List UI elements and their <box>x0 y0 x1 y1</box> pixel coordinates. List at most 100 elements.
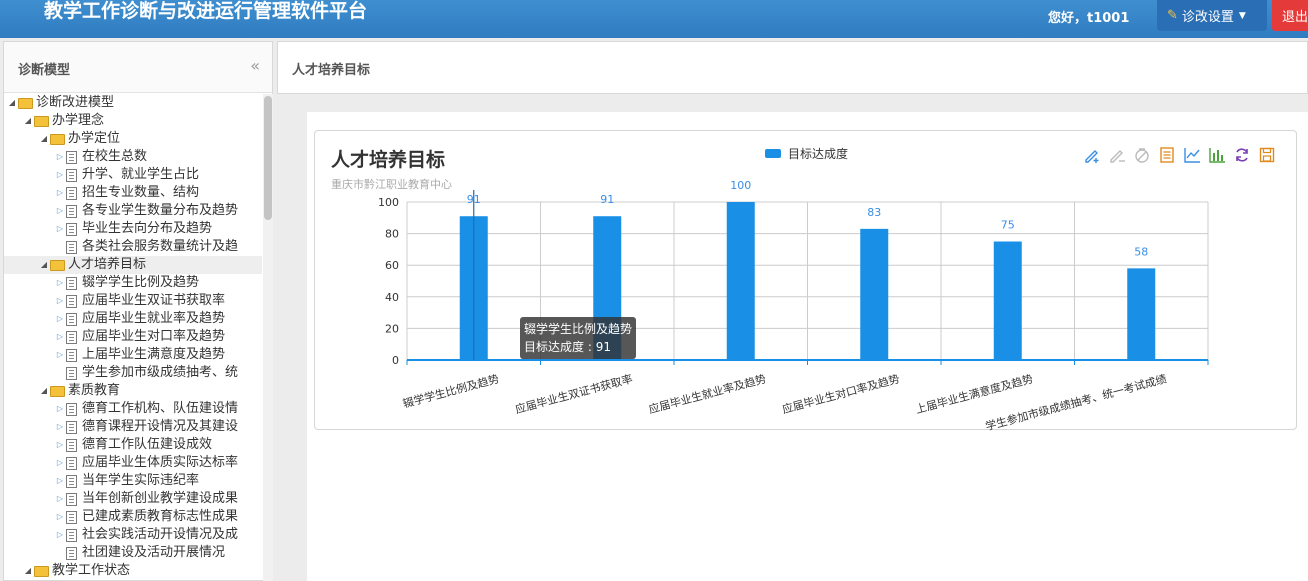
tree-folder-node[interactable]: ◢ 教学工作状态 <box>22 562 130 580</box>
tree-leaf-node[interactable]: ▷ 当年创新创业教学建设成果 <box>54 490 238 508</box>
tree-leaf-node[interactable]: ▷ 应届毕业生对口率及趋势 <box>54 328 225 346</box>
content-header: 人才培养目标 <box>277 41 1308 94</box>
expand-toggle-icon[interactable]: ◢ <box>22 112 34 130</box>
tree-node-label: 学生参加市级成绩抽考、统 <box>82 365 239 380</box>
pencil-add-icon[interactable] <box>1082 145 1102 165</box>
eraser-icon[interactable] <box>1107 145 1127 165</box>
tree-leaf-node[interactable]: ▷ 当年学生实际违纪率 <box>54 472 199 490</box>
tree-leaf-node[interactable]: ▷ 升学、就业学生占比 <box>54 166 199 184</box>
x-tick-label: 辍学学生比例及趋势 <box>401 371 500 410</box>
expand-arrow-icon[interactable]: ▷ <box>54 508 66 526</box>
y-tick-label: 100 <box>378 196 399 209</box>
document-icon <box>66 420 77 434</box>
expand-arrow-icon[interactable]: ▷ <box>54 166 66 184</box>
tree-leaf-node[interactable]: ▷ 应届毕业生体质实际达标率 <box>54 454 238 472</box>
bar-chart-icon[interactable] <box>1207 145 1227 165</box>
tree-leaf-node[interactable]: 社团建设及活动开展情况 <box>54 544 225 562</box>
document-icon <box>66 528 77 542</box>
folder-open-icon <box>50 259 65 271</box>
expand-arrow-icon[interactable]: ▷ <box>54 310 66 328</box>
bar[interactable] <box>860 228 889 360</box>
refresh-icon[interactable] <box>1232 145 1252 165</box>
tree-folder-node[interactable]: ◢ 办学定位 <box>38 130 120 148</box>
tooltip-separator: : <box>584 340 596 354</box>
user-greeting: 您好，t1001 <box>1048 11 1130 26</box>
double-chevron-left-icon[interactable]: « <box>250 56 260 75</box>
tree-node-label: 教学工作状态 <box>52 563 131 578</box>
bar[interactable] <box>1127 268 1156 360</box>
expand-arrow-icon[interactable]: ▷ <box>54 220 66 238</box>
pencil-icon: ✎ <box>1167 8 1178 23</box>
scrollbar-thumb[interactable] <box>264 96 272 220</box>
chart-title: 人才培养目标 <box>331 149 446 171</box>
save-image-icon[interactable] <box>1257 145 1277 165</box>
chart-toolbox <box>1082 145 1277 165</box>
sidebar-scrollbar[interactable] <box>263 94 273 581</box>
tree-folder-node[interactable]: ◢ 人才培养目标 <box>4 256 262 274</box>
tree-folder-node[interactable]: ◢ 素质教育 <box>38 382 120 400</box>
tree-leaf-node[interactable]: 学生参加市级成绩抽考、统 <box>54 364 238 382</box>
chart-legend[interactable]: 目标达成度 <box>765 145 848 162</box>
tree-leaf-node[interactable]: ▷ 德育工作队伍建设成效 <box>54 436 212 454</box>
settings-dropdown-button[interactable]: ✎ 诊改设置 ▼ <box>1157 0 1267 31</box>
document-icon <box>66 438 77 452</box>
expand-arrow-icon[interactable]: ▷ <box>54 184 66 202</box>
expand-toggle-icon[interactable]: ◢ <box>38 256 50 274</box>
expand-arrow-icon[interactable]: ▷ <box>54 346 66 364</box>
tree-folder-node[interactable]: ◢ 诊断改进模型 <box>6 94 114 112</box>
data-view-icon[interactable] <box>1157 145 1177 165</box>
folder-open-icon <box>18 97 33 109</box>
expand-arrow-icon[interactable]: ▷ <box>54 472 66 490</box>
tree-leaf-node[interactable]: ▷ 德育工作机构、队伍建设情 <box>54 400 238 418</box>
logout-button[interactable]: 退出 <box>1272 0 1308 31</box>
expand-arrow-icon[interactable]: ▷ <box>54 454 66 472</box>
document-icon <box>66 294 77 308</box>
document-icon <box>66 276 77 290</box>
tree-leaf-node[interactable]: ▷ 上届毕业生满意度及趋势 <box>54 346 225 364</box>
expand-arrow-icon[interactable]: ▷ <box>54 400 66 418</box>
tree-leaf-node[interactable]: ▷ 已建成素质教育标志性成果 <box>54 508 238 526</box>
bar[interactable] <box>993 241 1022 361</box>
expand-arrow-icon[interactable]: ▷ <box>54 526 66 544</box>
expand-toggle-icon[interactable]: ◢ <box>22 562 34 580</box>
tree-node-label: 各类社会服务数量统计及趋 <box>82 239 239 254</box>
x-tick-label: 应届毕业生就业率及趋势 <box>647 371 768 416</box>
tree-leaf-node[interactable]: ▷ 在校生总数 <box>54 148 147 166</box>
tree-leaf-node[interactable]: ▷ 应届毕业生双证书获取率 <box>54 292 225 310</box>
line-chart-icon[interactable] <box>1182 145 1202 165</box>
expand-arrow-icon[interactable]: ▷ <box>54 292 66 310</box>
expand-arrow-icon[interactable]: ▷ <box>54 490 66 508</box>
folder-open-icon <box>34 565 49 577</box>
tree-node-label: 上届毕业生满意度及趋势 <box>82 347 226 362</box>
document-icon <box>66 222 77 236</box>
document-icon <box>66 150 77 164</box>
caret-down-icon: ▼ <box>1238 10 1246 21</box>
tree-node-label: 社团建设及活动开展情况 <box>82 545 226 560</box>
bar-value-label: 83 <box>867 206 881 219</box>
expand-arrow-icon[interactable]: ▷ <box>54 418 66 436</box>
tree-leaf-node[interactable]: ▷ 应届毕业生就业率及趋势 <box>54 310 225 328</box>
expand-arrow-icon[interactable]: ▷ <box>54 202 66 220</box>
expand-toggle-icon[interactable]: ◢ <box>6 94 18 112</box>
clear-icon[interactable] <box>1132 145 1152 165</box>
chart-panel: 0 20 40 60 80 100 91 91 100 83 75 58 辍学学生比例及趋势 应届毕业生双… <box>314 130 1297 431</box>
expand-arrow-icon[interactable]: ▷ <box>54 274 66 292</box>
tree-node-label: 德育课程开设情况及其建设 <box>82 419 239 434</box>
expand-toggle-icon[interactable]: ◢ <box>38 382 50 400</box>
tree-leaf-node[interactable]: ▷ 辍学学生比例及趋势 <box>54 274 199 292</box>
bar[interactable] <box>726 202 755 360</box>
tree-node-label: 办学理念 <box>52 113 105 128</box>
tree-leaf-node[interactable]: ▷ 招生专业数量、结构 <box>54 184 199 202</box>
tree-leaf-node[interactable]: ▷ 社会实践活动开设情况及成 <box>54 526 238 544</box>
expand-arrow-icon[interactable]: ▷ <box>54 436 66 454</box>
tree-leaf-node[interactable]: ▷ 德育课程开设情况及其建设 <box>54 418 238 436</box>
tree-node-label: 升学、就业学生占比 <box>82 167 200 182</box>
document-icon <box>66 240 77 254</box>
tree-leaf-node[interactable]: ▷ 毕业生去向分布及趋势 <box>54 220 212 238</box>
expand-toggle-icon[interactable]: ◢ <box>38 130 50 148</box>
expand-arrow-icon[interactable]: ▷ <box>54 148 66 166</box>
tree-leaf-node[interactable]: 各类社会服务数量统计及趋 <box>54 238 238 256</box>
tree-folder-node[interactable]: ◢ 办学理念 <box>22 112 104 130</box>
tree-leaf-node[interactable]: ▷ 各专业学生数量分布及趋势 <box>54 202 238 220</box>
expand-arrow-icon[interactable]: ▷ <box>54 328 66 346</box>
